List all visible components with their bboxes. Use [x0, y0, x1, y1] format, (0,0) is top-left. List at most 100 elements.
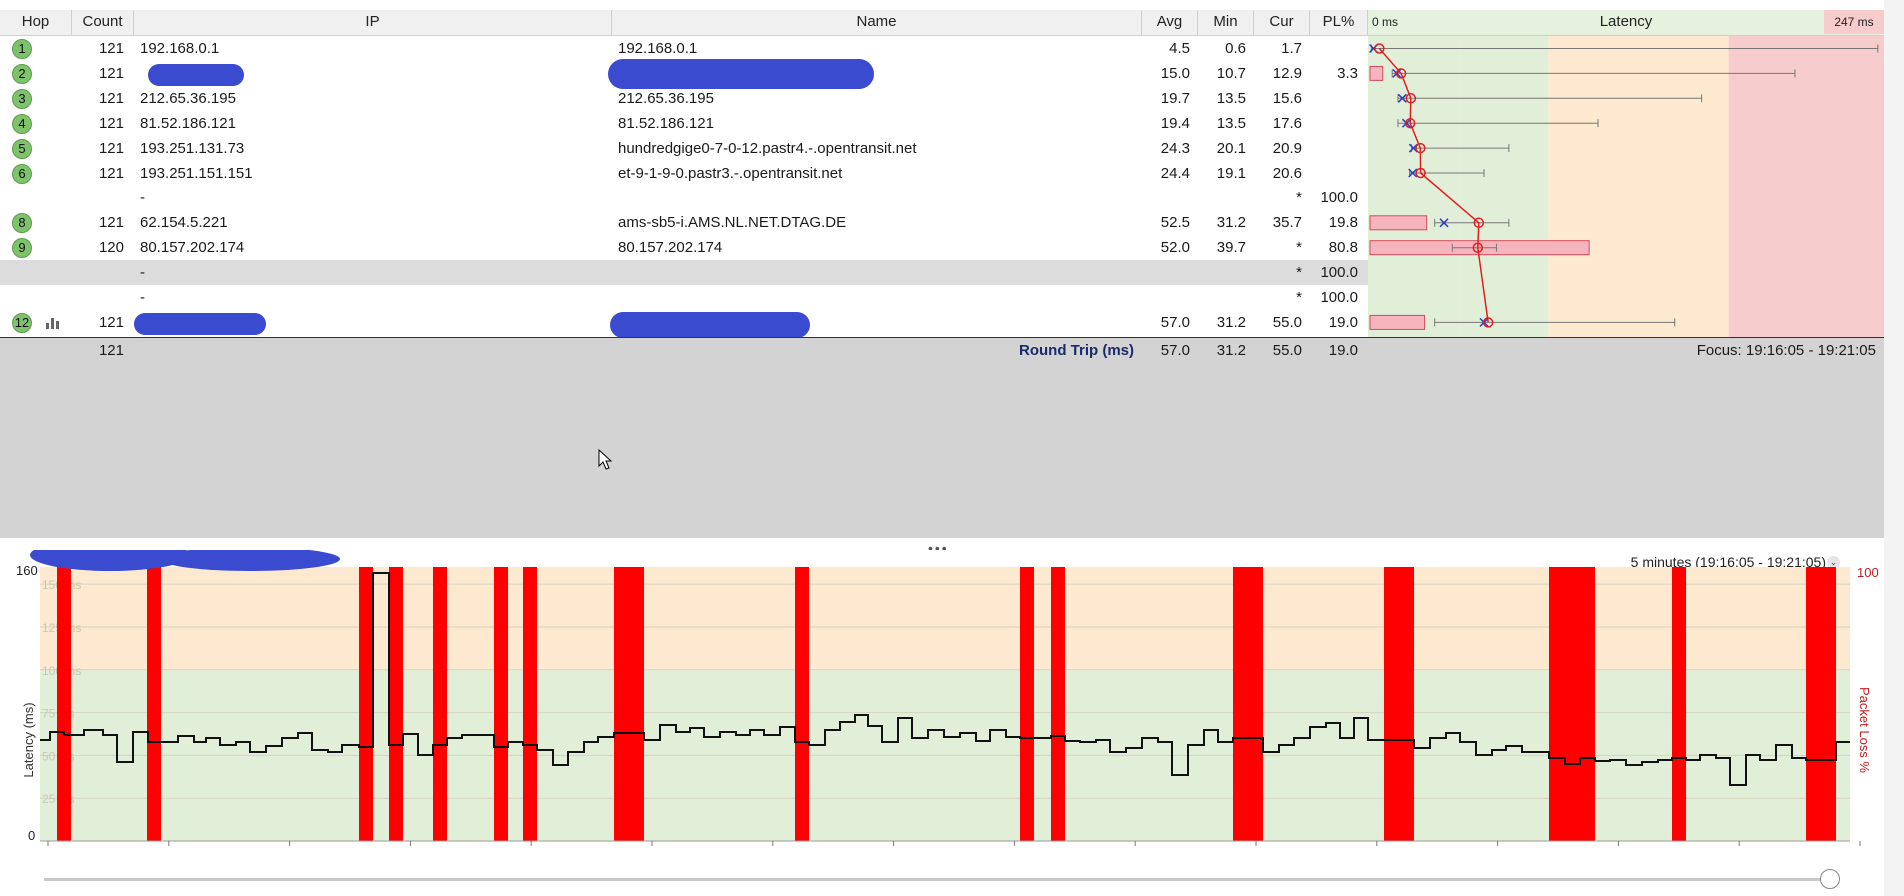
- x-tick-label: 19:20:00: [1472, 847, 1523, 850]
- hop-min: 31.2: [1216, 313, 1246, 331]
- hop-latency-graph[interactable]: [1368, 36, 1884, 338]
- hop-avg: 15.0: [1160, 64, 1190, 82]
- hop-avg: 4.5: [1169, 40, 1190, 57]
- hop-count: 121: [98, 164, 124, 182]
- x-tick-label: 19:16:20: [143, 847, 194, 850]
- hop-row[interactable]: - * 100.0: [0, 185, 1368, 210]
- hop-number-badge: 4: [12, 113, 32, 134]
- hop-ip: -: [140, 189, 145, 207]
- latency-title: Latency: [1599, 13, 1653, 30]
- hop-avg: 19.7: [1160, 89, 1190, 107]
- hop-number-badge: 12: [12, 312, 32, 333]
- packet-loss-bar: [1369, 65, 1384, 81]
- x-tick-label: 19:19:00: [1110, 847, 1161, 850]
- col-hop-header[interactable]: Hop: [0, 10, 72, 35]
- col-avg-header[interactable]: Avg: [1142, 10, 1198, 35]
- hop-min: 19.1: [1216, 164, 1246, 182]
- hop-avg: 24.4: [1160, 164, 1190, 182]
- time-scroll-thumb[interactable]: [1820, 869, 1840, 889]
- hop-count: 121: [98, 214, 124, 232]
- hop-pl: [1310, 86, 1358, 111]
- hop-row[interactable]: 5 121 193.251.131.73 hundredgige0-7-0-12.pa…: [0, 136, 1368, 161]
- col-count-header[interactable]: Count: [72, 10, 134, 35]
- hop-cur: 55.0: [1272, 313, 1302, 331]
- x-tick-label: 19:17:00: [385, 847, 436, 850]
- hop-cur: 20.9: [1272, 139, 1302, 157]
- hop-row[interactable]: 2 121 15.0 10.7 12.9 3.3: [0, 58, 1368, 89]
- packet-loss-column: [433, 567, 447, 841]
- packet-loss-bar: [1369, 215, 1428, 231]
- hop-row[interactable]: - * 100.0: [0, 260, 1368, 286]
- hop-number-badge: 6: [12, 163, 32, 184]
- x-tick-label: :00: [39, 847, 57, 850]
- x-tick-label: 19:20:40: [1714, 847, 1765, 850]
- col-latency-header[interactable]: 0 ms Latency 247 ms: [1368, 10, 1884, 35]
- redaction-mark: [610, 311, 810, 338]
- hop-row[interactable]: 8 121 62.154.5.221 ams-sb5-i.AMS.NL.NET.DTA…: [0, 210, 1368, 235]
- bar-chart-icon[interactable]: [46, 317, 60, 329]
- empty-trace-area: [0, 362, 1884, 538]
- hop-avg: 19.4: [1160, 114, 1190, 132]
- hop-min: 0.6: [1225, 40, 1246, 57]
- window-edge: [1884, 0, 1904, 896]
- packet-loss-column: [359, 567, 373, 841]
- hop-ip: 193.251.151.151: [140, 164, 253, 182]
- hop-avg: [1142, 285, 1190, 310]
- hop-count: 121: [98, 114, 124, 132]
- col-cur-header[interactable]: Cur: [1254, 10, 1310, 35]
- packet-loss-column: [389, 567, 403, 841]
- hop-name: ams-sb5-i.AMS.NL.NET.DTAG.DE: [618, 214, 847, 232]
- mouse-pointer-icon: [598, 449, 613, 470]
- hop-name: 80.157.202.174: [618, 239, 723, 257]
- y2-axis-label: Packet Loss %: [1857, 687, 1872, 773]
- hop-cur: 35.7: [1272, 214, 1302, 232]
- hop-avg: 52.5: [1160, 214, 1190, 232]
- summary-min: 31.2: [1216, 342, 1246, 359]
- hop-pl: 100.0: [1320, 264, 1358, 282]
- hop-row[interactable]: 12 121 57.0 31.2 55.0 19.0: [0, 310, 1368, 338]
- hop-ip: 192.168.0.1: [140, 40, 220, 57]
- summary-cur: 55.0: [1272, 342, 1302, 359]
- timeline-chart[interactable]: 150 ms125 ms100 ms75 ms50 ms25 ms1600100…: [0, 550, 1884, 850]
- packet-loss-bar: [1369, 314, 1426, 330]
- hop-count: 121: [98, 313, 124, 331]
- hop-number-badge: 2: [12, 63, 32, 84]
- redaction-mark: [608, 58, 874, 89]
- hop-min: 13.5: [1216, 89, 1246, 107]
- hop-pl: [1310, 111, 1358, 136]
- hop-ip: 81.52.186.121: [140, 114, 236, 132]
- hop-cur: *: [1296, 239, 1302, 257]
- focus-range[interactable]: Focus: 19:16:05 - 19:21:05: [1600, 338, 1876, 363]
- hop-number-badge: 5: [12, 138, 32, 159]
- hop-count: 121: [98, 64, 124, 82]
- hop-row[interactable]: 3 121 212.65.36.195 212.65.36.195 19.7 13.5 15…: [0, 86, 1368, 111]
- hop-row[interactable]: 9 120 80.157.202.174 80.157.202.174 52.0 39.7…: [0, 235, 1368, 260]
- hop-name: [618, 185, 1138, 210]
- x-tick-label: 19:19:20: [1231, 847, 1282, 850]
- y2-axis-max: 100: [1857, 565, 1879, 580]
- x-tick-label: 19:18:20: [868, 847, 919, 850]
- hop-pl: [1310, 161, 1358, 186]
- col-min-header[interactable]: Min: [1198, 10, 1254, 35]
- hop-min: [1198, 285, 1246, 310]
- packet-loss-column: [1806, 567, 1836, 841]
- hop-cur: *: [1296, 264, 1302, 282]
- hop-count: 121: [98, 139, 124, 157]
- hop-row[interactable]: 1 121 192.168.0.1 192.168.0.1 4.5 0.6 1.7: [0, 36, 1368, 61]
- packet-loss-column: [494, 567, 508, 841]
- hop-row[interactable]: - * 100.0: [0, 285, 1368, 310]
- hop-row[interactable]: 4 121 81.52.186.121 81.52.186.121 19.4 13.5 17…: [0, 111, 1368, 136]
- col-pl-header[interactable]: PL%: [1310, 10, 1368, 35]
- hop-number-badge: 1: [12, 39, 32, 59]
- col-name-header[interactable]: Name: [612, 10, 1142, 35]
- time-scroll-track[interactable]: [44, 878, 1824, 881]
- hop-cur: 15.6: [1272, 89, 1302, 107]
- col-ip-header[interactable]: IP: [134, 10, 612, 35]
- summary-count: 121: [98, 342, 124, 359]
- x-tick-label: 19:17:40: [627, 847, 678, 850]
- y-axis-label: Latency (ms): [21, 702, 36, 777]
- hop-cur: 1.7: [1281, 40, 1302, 57]
- hop-count: [72, 260, 124, 285]
- hop-row[interactable]: 6 121 193.251.151.151 et-9-1-9-0.pastr3.-.o…: [0, 161, 1368, 186]
- hop-min: [1198, 185, 1246, 210]
